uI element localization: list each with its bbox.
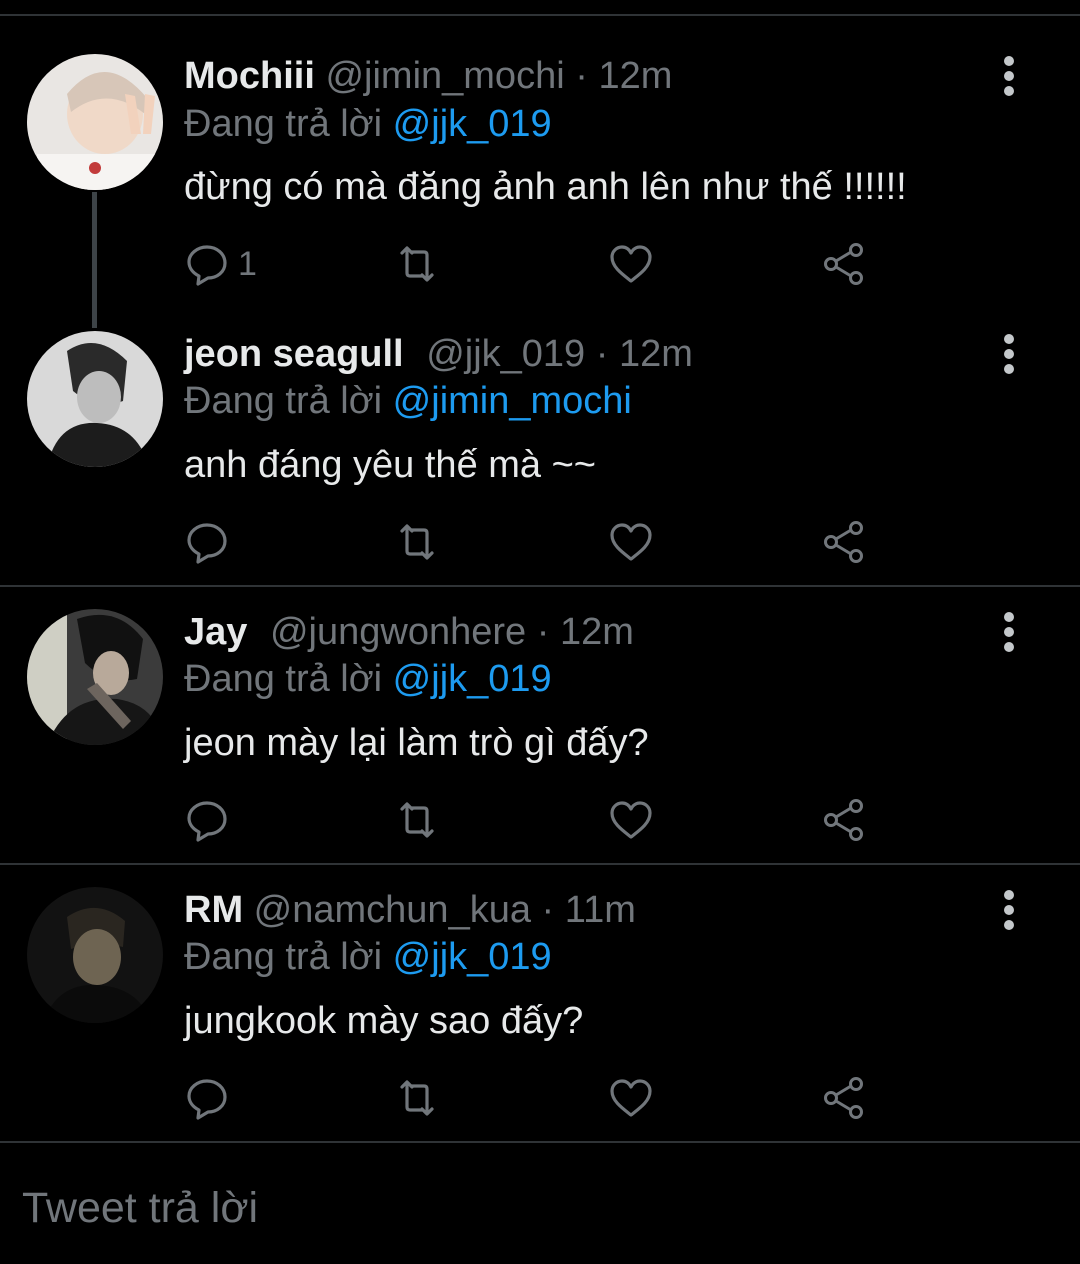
like-button[interactable] [608,1073,654,1123]
separator-dot: · [575,55,588,97]
separator-dot: · [541,889,555,931]
more-icon [1004,334,1014,374]
retweet-button[interactable] [394,517,440,567]
mention-link[interactable]: @jjk_019 [393,658,552,700]
mention-link[interactable]: @jjk_019 [393,936,552,978]
tweet-header: Jay @jungwonhere · 12m [184,607,634,657]
tweet-divider [0,585,1080,587]
user-handle[interactable]: @jimin_mochi [325,55,564,97]
thread-connector [92,192,97,328]
tweet-header: Mochiii @jimin_mochi · 12m [184,51,672,101]
tweet-text: anh đáng yêu thế mà ~~ [184,444,596,486]
avatar[interactable] [27,887,163,1023]
retweet-icon [400,802,434,838]
tweet-actions [184,795,904,845]
share-icon [824,521,863,563]
replying-to-label: Đang trả lời [184,380,383,422]
share-button[interactable] [822,517,868,567]
share-button[interactable] [822,795,868,845]
share-button[interactable] [822,1073,868,1123]
tweet-actions: 1 [184,239,904,289]
like-icon [610,1079,652,1117]
timestamp[interactable]: 11m [565,889,636,931]
more-options-button[interactable] [994,51,1024,101]
reply-button[interactable]: 1 [184,239,257,289]
like-icon [610,801,652,839]
avatar[interactable] [27,609,163,745]
retweet-button[interactable] [394,239,440,289]
reply-input[interactable] [22,1178,822,1238]
tweet-header: jeon seagull @jjk_019 · 12m [184,329,693,379]
retweet-button[interactable] [394,795,440,845]
share-icon [824,799,863,841]
replying-to-line: Đang trả lời @jjk_019 [184,654,552,704]
display-name[interactable]: RM [184,889,243,931]
mention-link[interactable]: @jimin_mochi [393,380,632,422]
more-options-button[interactable] [994,885,1024,935]
share-icon [824,1077,863,1119]
tweet-thread-page: Mochiii @jimin_mochi · 12m Đang trả lời … [0,0,1080,1264]
user-handle[interactable]: @jjk_019 [426,333,585,375]
avatar[interactable] [27,331,163,467]
reply-button[interactable] [184,795,238,845]
tweet-actions [184,517,904,567]
more-icon [1004,890,1014,930]
tweet-text: jeon mày lại làm trò gì đấy? [184,722,649,764]
tweet-actions [184,1073,904,1123]
retweet-icon [400,524,434,560]
reply-button[interactable] [184,517,238,567]
tweet-text: đừng có mà đăng ảnh anh lên như thế !!!!… [184,166,907,208]
retweet-button[interactable] [394,1073,440,1123]
avatar[interactable] [27,54,163,190]
replying-to-line: Đang trả lời @jimin_mochi [184,376,632,426]
tweet-text: jungkook mày sao đấy? [184,1000,584,1042]
timestamp[interactable]: 12m [598,55,672,97]
share-icon [824,243,863,285]
user-handle[interactable]: @namchun_kua [254,889,531,931]
tweet-divider [0,863,1080,865]
display-name[interactable]: Mochiii [184,55,315,97]
avatar-photo-icon [27,887,163,1023]
display-name[interactable]: jeon seagull [184,333,404,375]
like-button[interactable] [608,795,654,845]
more-icon [1004,612,1014,652]
like-icon [610,245,652,283]
reply-icon [187,1079,227,1120]
reply-icon [187,801,227,842]
reply-button[interactable] [184,1073,238,1123]
tweet-header: RM @namchun_kua · 11m [184,885,636,935]
reply-icon [187,523,227,564]
share-button[interactable] [822,239,868,289]
avatar-photo-icon [27,609,163,745]
separator-dot: · [595,333,609,375]
separator-dot: · [536,611,550,653]
retweet-icon [400,246,434,282]
like-icon [610,523,652,561]
replying-to-line: Đang trả lời @jjk_019 [184,932,552,982]
avatar-photo-icon [27,54,163,190]
more-icon [1004,56,1014,96]
timestamp[interactable]: 12m [619,333,693,375]
like-button[interactable] [608,239,654,289]
reply-count: 1 [238,244,257,283]
more-options-button[interactable] [994,607,1024,657]
replying-to-label: Đang trả lời [184,658,383,700]
reply-icon [187,245,227,286]
top-divider [0,14,1080,16]
reply-composer [0,1142,1080,1264]
timestamp[interactable]: 12m [560,611,634,653]
like-button[interactable] [608,517,654,567]
more-options-button[interactable] [994,329,1024,379]
replying-to-line: Đang trả lời @jjk_019 [184,99,552,149]
avatar-photo-icon [27,331,163,467]
display-name[interactable]: Jay [184,611,247,653]
user-handle[interactable]: @jungwonhere [270,611,526,653]
replying-to-label: Đang trả lời [184,103,383,145]
retweet-icon [400,1080,434,1116]
mention-link[interactable]: @jjk_019 [393,103,552,145]
replying-to-label: Đang trả lời [184,936,383,978]
